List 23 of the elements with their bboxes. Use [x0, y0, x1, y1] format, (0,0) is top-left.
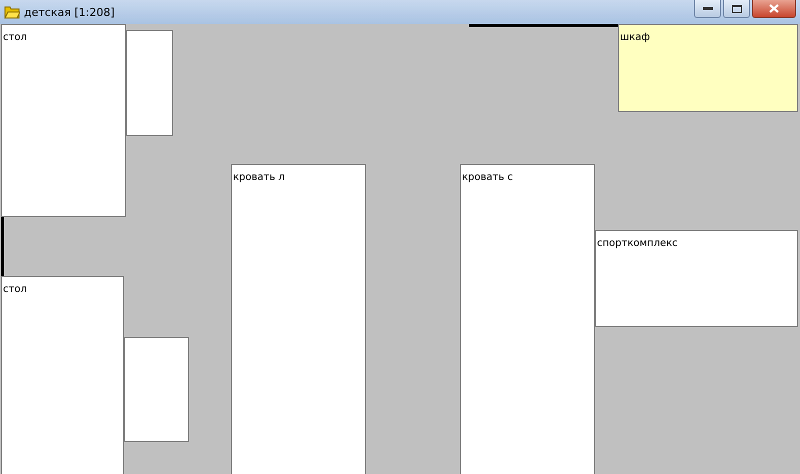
folder-icon — [4, 4, 20, 20]
furniture-piece[interactable]: стол — [1, 24, 126, 217]
maximize-button[interactable] — [723, 0, 750, 18]
furniture-piece[interactable]: спорткомплекс — [595, 230, 798, 327]
furniture-label: стол — [2, 284, 27, 296]
minimize-icon — [702, 6, 712, 10]
furniture-label: спорткомплекс — [596, 238, 678, 250]
close-button[interactable] — [752, 0, 796, 18]
maximize-icon — [732, 4, 742, 12]
furniture-piece[interactable] — [126, 30, 173, 136]
wall-opening — [1, 217, 4, 276]
furniture-label: кровать с — [461, 172, 513, 184]
furniture-piece[interactable]: шкаф — [618, 24, 798, 112]
furniture-label: кровать л — [232, 172, 285, 184]
furniture-label: стол — [2, 32, 27, 44]
furniture-piece[interactable]: стол — [1, 276, 124, 474]
furniture-label: шкаф — [619, 32, 650, 44]
close-icon — [769, 4, 779, 13]
window-title: детская [1:208] — [24, 6, 115, 18]
minimize-button[interactable] — [694, 0, 721, 18]
furniture-piece[interactable]: кровать с — [460, 164, 595, 474]
furniture-piece[interactable]: кровать л — [231, 164, 366, 474]
furniture-piece[interactable] — [124, 337, 189, 442]
